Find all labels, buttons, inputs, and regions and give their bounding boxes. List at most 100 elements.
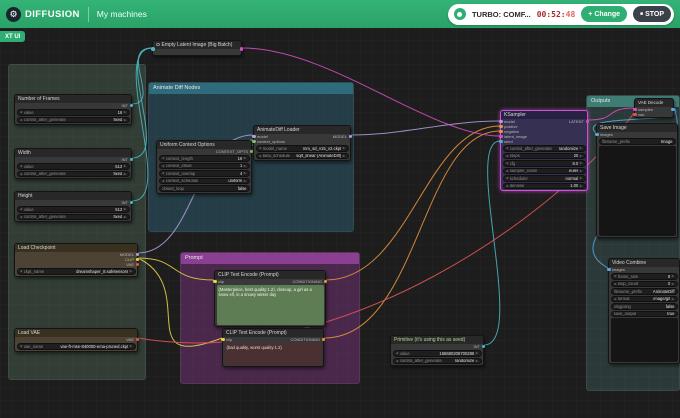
widget-beta-schedule[interactable]: beta_schedulesqrt_linear (AnimateDiff) <box>255 152 349 159</box>
widget-steps[interactable]: steps20 <box>502 152 586 159</box>
node-width[interactable]: Width INT value512 control_after_generat… <box>14 148 133 179</box>
widget-pingpong[interactable]: pingpong false <box>610 303 678 310</box>
input-port-clip[interactable]: clip <box>213 279 224 284</box>
node-title[interactable]: Uniform Context Options <box>157 141 251 149</box>
widget-filename-prefix[interactable]: filename_prefix Image <box>598 138 676 145</box>
input-port[interactable] <box>151 47 155 51</box>
input-port-images[interactable]: images <box>607 267 625 272</box>
node-ksampler[interactable]: KSampler model LATENT positive negative … <box>499 110 589 191</box>
widget-filename-prefix[interactable]: filename_prefix AnimateDiff <box>610 288 678 295</box>
output-port-int[interactable]: INT <box>122 200 133 205</box>
widget-cfg[interactable]: cfg8.0 <box>502 160 586 167</box>
node-load-checkpoint[interactable]: Load Checkpoint MODEL CLIP VAE ckpt_name… <box>14 243 139 277</box>
node-animatediff-loader[interactable]: AnimateDiff Loader model MODEL context_o… <box>252 125 352 161</box>
node-save-image[interactable]: Save Image images filename_prefix Image <box>595 123 678 238</box>
widget-ckpt-name[interactable]: ckpt_namedreamshaper_8.safetensors <box>16 268 136 275</box>
group-animatediff-title[interactable]: Animate Diff Nodes <box>149 83 353 94</box>
node-title[interactable]: Load VAE <box>15 329 137 337</box>
output-port-vae[interactable]: VAE <box>126 262 139 267</box>
port-dot-icon <box>499 129 503 134</box>
input-port-vae[interactable]: vae <box>633 112 644 117</box>
node-title[interactable]: Load Checkpoint <box>15 244 137 252</box>
output-port-int[interactable]: INT <box>122 157 133 162</box>
widget-control-after-generate[interactable]: control_after_generatefixed <box>16 213 130 220</box>
prompt-textarea-negative[interactable]: (bad quality, worst quality:1.2) <box>224 343 322 365</box>
node-graph-canvas[interactable]: XT UI Animate Diff Nodes Prompt Outputs … <box>0 28 680 418</box>
change-machine-button[interactable]: + Change <box>581 6 628 22</box>
widget-vae-name[interactable]: vae_namevae-ft-mse-840000-ema-pruned.ckp… <box>16 343 136 350</box>
node-clip-text-encode-positive[interactable]: CLIP Text Encode (Prompt) clip CONDITION… <box>213 270 327 327</box>
output-port-int[interactable]: INT <box>474 344 485 349</box>
node-primitive-seed[interactable]: Primitive (it's using this as seed) INT … <box>390 335 485 366</box>
widget-value[interactable]: value512 <box>16 206 130 213</box>
widget-model-name[interactable]: model_namemm_sd_v15_v2.ckpt <box>255 145 349 152</box>
widget-closed-loop[interactable]: closed_loop false <box>158 185 250 192</box>
node-title[interactable]: Width <box>15 149 131 157</box>
output-port-context[interactable]: CONTEXT_OPTS <box>216 149 253 154</box>
input-port-context-options[interactable]: context_options <box>252 139 285 144</box>
widget-value[interactable]: value512 <box>16 163 130 170</box>
output-port-conditioning[interactable]: CONDITIONING <box>290 337 325 342</box>
widget-save-output[interactable]: save_output true <box>610 310 678 317</box>
node-title[interactable]: Save Image <box>597 124 677 132</box>
widget-control-after-generate[interactable]: control_after_generaterandomize <box>502 145 586 152</box>
node-height[interactable]: Height INT value512 control_after_genera… <box>14 191 133 222</box>
logo-text: DIFFUSION <box>25 8 80 20</box>
widget-context-overlap[interactable]: context_overlap4 <box>158 170 250 177</box>
output-port-latent[interactable]: LATENT <box>569 119 589 124</box>
node-clip-text-encode-negative[interactable]: CLIP Text Encode (Prompt) clip CONDITION… <box>221 328 325 367</box>
output-port-model[interactable]: MODEL <box>333 134 352 139</box>
widget-scheduler[interactable]: schedulernormal <box>502 175 586 182</box>
input-port-images[interactable]: images <box>595 132 613 137</box>
node-load-vae[interactable]: Load VAE VAE vae_namevae-ft-mse-840000-e… <box>14 328 139 352</box>
node-empty-latent-image[interactable]: Empty Latent Image (Big Batch) <box>151 40 243 56</box>
group-prompt-title[interactable]: Prompt <box>181 253 359 264</box>
node-title[interactable]: Primitive (it's using this as seed) <box>391 336 483 344</box>
widget-value[interactable]: value16 <box>16 109 130 116</box>
widget-loop-count[interactable]: loop_count0 <box>610 280 678 287</box>
node-title[interactable]: AnimateDiff Loader <box>254 126 350 134</box>
output-port-latent[interactable] <box>239 47 243 51</box>
prompt-textarea-positive[interactable]: (Masterpiece, best quality:1.2), closeup… <box>216 285 324 325</box>
top-bar: ⚙ DIFFUSION My machines TURBO: COMF... 0… <box>0 0 680 28</box>
widget-control-after-generate[interactable]: control_after_generatefixed <box>16 116 130 123</box>
widget-frame-rate[interactable]: frame_rate8 <box>610 273 678 280</box>
port-dot-icon <box>671 107 675 112</box>
node-number-of-frames[interactable]: Number of Frames INT value16 control_aft… <box>14 94 133 125</box>
stop-square-icon: ■ <box>640 11 644 17</box>
node-title[interactable]: Empty Latent Image (Big Batch) <box>153 41 241 49</box>
node-video-combine[interactable]: Video Combine images frame_rate8 loop_co… <box>607 258 680 364</box>
next-ui-toggle-button[interactable]: XT UI <box>0 31 26 42</box>
video-preview-placeholder <box>610 318 678 362</box>
widget-context-stride[interactable]: context_stride1 <box>158 162 250 169</box>
stop-button[interactable]: ■ STOP <box>633 6 671 22</box>
collapse-toggle-icon[interactable] <box>156 42 160 47</box>
input-port-seed[interactable]: seed <box>499 139 513 144</box>
node-title[interactable]: CLIP Text Encode (Prompt) <box>223 329 323 337</box>
node-uniform-context-options[interactable]: Uniform Context Options CONTEXT_OPTS con… <box>156 140 253 194</box>
node-title[interactable]: CLIP Text Encode (Prompt) <box>215 271 325 279</box>
node-title[interactable]: Video Combine <box>609 259 679 267</box>
group-inputs-title[interactable] <box>9 65 145 76</box>
widget-control-after-generate[interactable]: control_after_generatefixed <box>16 170 130 177</box>
brand[interactable]: ⚙ DIFFUSION <box>6 6 80 22</box>
header-divider <box>87 6 89 22</box>
node-title[interactable]: KSampler <box>501 111 587 119</box>
widget-context-length[interactable]: context_length16 <box>158 155 250 162</box>
nav-my-machines[interactable]: My machines <box>97 9 147 19</box>
widget-value[interactable]: value156680208700286 <box>392 350 482 357</box>
node-title[interactable]: VAE Decode <box>635 99 673 107</box>
node-vae-decode[interactable]: VAE Decode samples vae <box>633 98 675 118</box>
widget-sampler-name[interactable]: sampler_nameeuler <box>502 167 586 174</box>
input-port-clip[interactable]: clip <box>221 337 232 342</box>
node-title[interactable]: Height <box>15 192 131 200</box>
node-title[interactable]: Number of Frames <box>15 95 131 103</box>
output-port-vae[interactable]: VAE <box>126 337 139 342</box>
widget-context-schedule[interactable]: context_scheduleuniform <box>158 177 250 184</box>
widget-denoise[interactable]: denoise1.00 <box>502 182 586 189</box>
port-dot-icon <box>607 267 611 272</box>
widget-format[interactable]: formatimage/gif <box>610 295 678 302</box>
output-port-conditioning[interactable]: CONDITIONING <box>292 279 327 284</box>
widget-control-after-generate[interactable]: control_after_generaterandomize <box>392 357 482 364</box>
output-port-int[interactable]: INT <box>122 103 133 108</box>
